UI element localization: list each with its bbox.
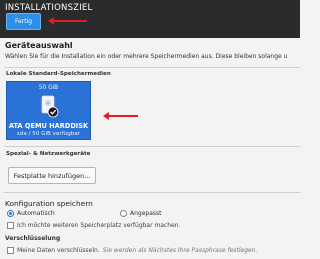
radio-button[interactable]: [120, 210, 127, 217]
done-button[interactable]: Fertig: [6, 13, 41, 30]
divider: [4, 67, 300, 68]
radio-button-checked[interactable]: [7, 210, 14, 217]
disk-detail: sda / 50 GiB verfügbar: [16, 131, 81, 137]
make-space-checkbox-row[interactable]: Ich möchte weiteren Speicherplatz verfüg…: [7, 222, 181, 229]
disk-tile-sda[interactable]: 50 GiB ATA QEMU HARDDISK sda / 50 GiB ve…: [6, 81, 91, 140]
network-disks-label: Spezial- & Netzwerkgeräte: [6, 151, 91, 157]
encrypt-checkbox[interactable]: [7, 247, 14, 254]
storage-config-title: Konfiguration speichern: [5, 199, 93, 208]
divider: [4, 146, 300, 147]
encryption-label: Verschlüsselung: [5, 235, 61, 242]
harddisk-icon: [41, 95, 59, 118]
add-disk-button[interactable]: Festplatte hinzufügen...: [8, 167, 96, 184]
encrypt-label: Meine Daten verschlüsseln.: [17, 247, 100, 254]
disk-size: 50 GiB: [38, 85, 59, 91]
device-selection-title: Geräteauswahl: [5, 41, 73, 50]
make-space-checkbox[interactable]: [7, 222, 14, 229]
top-bar: INSTALLATIONSZIEL Fertig: [0, 0, 300, 38]
encrypt-hint: Sie werden als Nächstes Ihre Passphrase …: [102, 247, 258, 254]
page-title: INSTALLATIONSZIEL: [5, 3, 93, 13]
make-space-label: Ich möchte weiteren Speicherplatz verfüg…: [17, 222, 181, 229]
radio-automatic[interactable]: Automatisch: [7, 210, 55, 217]
encrypt-checkbox-row[interactable]: Meine Daten verschlüsseln. Sie werden al…: [7, 247, 257, 254]
device-selection-description: Wählen Sie für die Installation ein oder…: [5, 53, 288, 60]
divider: [4, 192, 300, 193]
radio-custom[interactable]: Angepasst: [120, 210, 162, 217]
local-disks-label: Lokale Standard-Speichermedien: [6, 71, 111, 77]
annotation-arrow-done: [48, 17, 87, 25]
annotation-arrow-disk: [103, 112, 138, 120]
disk-name: ATA QEMU HARDDISK: [8, 122, 89, 130]
radio-automatic-label: Automatisch: [17, 210, 55, 217]
radio-custom-label: Angepasst: [130, 210, 162, 217]
